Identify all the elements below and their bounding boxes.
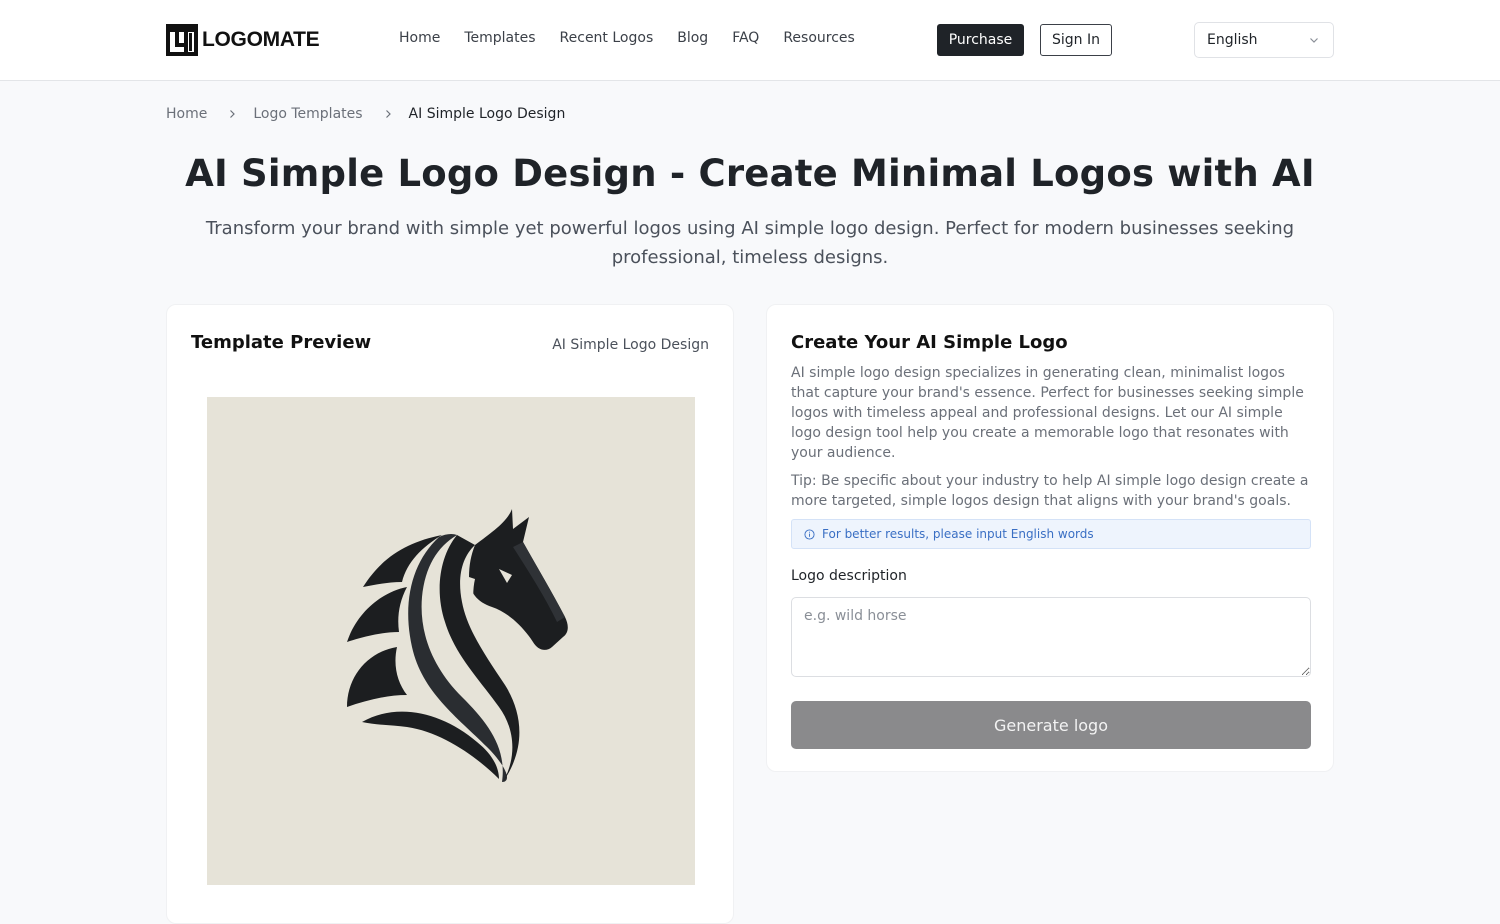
- breadcrumb: Home Logo Templates AI Simple Logo Desig…: [166, 106, 565, 122]
- chevron-right-icon: [385, 110, 391, 118]
- chevron-right-icon: [230, 110, 236, 118]
- template-preview-image: [207, 397, 695, 885]
- nav-faq[interactable]: FAQ: [732, 30, 759, 46]
- logo-description-label: Logo description: [791, 568, 907, 584]
- horse-logo-icon: [347, 509, 568, 782]
- english-input-notice: For better results, please input English…: [791, 519, 1311, 549]
- nav-home[interactable]: Home: [399, 30, 440, 46]
- template-preview-title: Template Preview: [191, 332, 372, 353]
- nav-blog[interactable]: Blog: [677, 30, 708, 46]
- breadcrumb-home[interactable]: Home: [166, 106, 207, 122]
- chevron-down-icon: [1310, 38, 1318, 43]
- info-circle-icon: [804, 528, 815, 540]
- page-title: AI Simple Logo Design - Create Minimal L…: [185, 152, 1315, 195]
- create-logo-title: Create Your AI Simple Logo: [791, 332, 1068, 353]
- breadcrumb-current: AI Simple Logo Design: [408, 106, 566, 122]
- nav-recent-logos[interactable]: Recent Logos: [560, 30, 654, 46]
- english-input-notice-text: For better results, please input English…: [822, 527, 1094, 541]
- generate-logo-button[interactable]: Generate logo: [791, 701, 1311, 749]
- breadcrumb-logo-templates[interactable]: Logo Templates: [253, 106, 362, 122]
- language-selected-value: English: [1207, 32, 1258, 48]
- template-name-tag: AI Simple Logo Design: [552, 337, 709, 353]
- logo[interactable]: LOGOMATE: [166, 24, 320, 56]
- logo-text: LOGOMATE: [202, 28, 320, 51]
- site-header: LOGOMATE Home Templates Recent Logos Blo…: [0, 0, 1500, 81]
- template-preview-card: Template Preview AI Simple Logo Design: [166, 304, 734, 924]
- main-nav: Home Templates Recent Logos Blog FAQ Res…: [399, 30, 879, 46]
- logo-mark-icon: [166, 24, 198, 56]
- nav-templates[interactable]: Templates: [464, 30, 535, 46]
- create-logo-description: AI simple logo design specializes in gen…: [791, 365, 1304, 461]
- nav-resources[interactable]: Resources: [783, 30, 855, 46]
- logo-description-input[interactable]: [791, 597, 1311, 677]
- sign-in-button[interactable]: Sign In: [1040, 24, 1112, 56]
- create-logo-card: Create Your AI Simple Logo AI simple log…: [766, 304, 1334, 772]
- page-subtitle: Transform your brand with simple yet pow…: [205, 218, 1295, 268]
- language-select[interactable]: English: [1194, 22, 1334, 58]
- purchase-button[interactable]: Purchase: [937, 24, 1024, 56]
- create-logo-tip: Tip: Be specific about your industry to …: [791, 473, 1309, 509]
